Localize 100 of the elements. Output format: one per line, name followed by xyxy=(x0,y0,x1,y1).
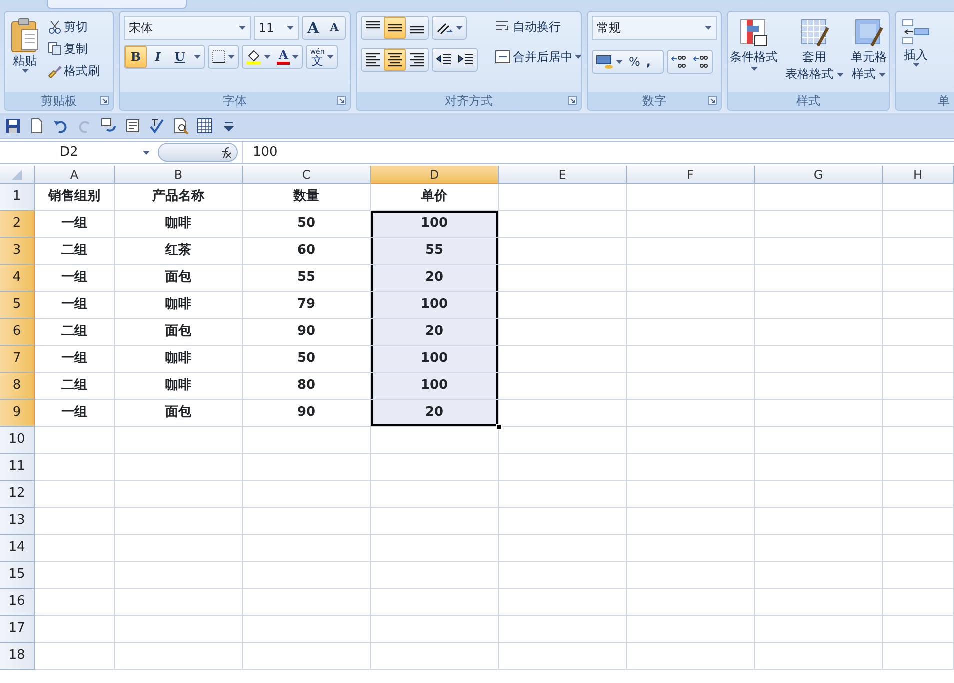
name-box[interactable]: D2 xyxy=(0,142,158,163)
row-header[interactable]: 10 xyxy=(0,427,35,454)
align-middle-icon xyxy=(387,24,403,32)
ribbon-button[interactable]: 套用 表格格式 xyxy=(784,16,844,92)
table-cell xyxy=(883,643,954,670)
table-cell xyxy=(883,292,954,319)
table-cell: 一组 xyxy=(35,211,115,238)
insert-function-button[interactable] xyxy=(158,143,238,162)
font-color-button[interactable]: A xyxy=(274,46,302,68)
table-cell: 咖啡 xyxy=(115,292,243,319)
table-cell: 55 xyxy=(371,238,499,265)
group-label: 字体 xyxy=(223,93,247,110)
font-size-field[interactable]: 11 xyxy=(254,16,299,40)
percent-button[interactable]: % xyxy=(626,51,644,73)
table-cell xyxy=(883,481,954,508)
row-header[interactable]: 9 xyxy=(0,400,35,427)
font-name-field[interactable]: 宋体 xyxy=(124,16,251,40)
column-header[interactable]: C xyxy=(243,166,371,184)
paste-button[interactable]: 粘贴 xyxy=(9,16,41,92)
table-cell xyxy=(883,427,954,454)
column-header[interactable]: A xyxy=(35,166,115,184)
number-format-field[interactable]: 常规 xyxy=(592,16,717,40)
bold-button[interactable]: B xyxy=(125,46,147,68)
column-header[interactable]: H xyxy=(883,166,954,184)
row-header[interactable]: 1 xyxy=(0,184,35,211)
caret-icon xyxy=(879,72,886,76)
column-header[interactable]: F xyxy=(627,166,755,184)
column-header[interactable]: E xyxy=(499,166,627,184)
table-cell: 100 xyxy=(371,373,499,400)
table-cell xyxy=(883,508,954,535)
caret-icon xyxy=(228,55,235,59)
row-header[interactable]: 6 xyxy=(0,319,35,346)
row-header[interactable]: 3 xyxy=(0,238,35,265)
table-cell xyxy=(883,616,954,643)
comma-button[interactable]: , xyxy=(643,51,664,73)
dialog-launcher-icon[interactable] xyxy=(100,96,109,105)
dialog-launcher-icon[interactable] xyxy=(708,96,717,105)
ribbon-button[interactable]: 格式刷 xyxy=(45,60,103,82)
save-icon xyxy=(5,118,21,134)
align-middle-button[interactable] xyxy=(384,17,406,39)
formula-field[interactable]: 100 xyxy=(242,142,954,163)
row-header[interactable]: 15 xyxy=(0,562,35,589)
caret-icon xyxy=(326,55,334,59)
money-icon xyxy=(596,54,614,70)
grid-brush-icon xyxy=(800,18,830,48)
ribbon-button[interactable]: 单元格 样式 xyxy=(850,16,888,92)
column-header[interactable]: D xyxy=(371,166,499,184)
brush-icon xyxy=(48,64,62,78)
table-cell: 20 xyxy=(371,265,499,292)
ribbon-button[interactable]: 复制 xyxy=(45,38,103,60)
wrap-text-button[interactable]: 自动换行 xyxy=(492,16,581,38)
caret-icon xyxy=(705,26,712,30)
ribbon-button[interactable]: 条件格式 xyxy=(729,16,779,92)
table-cell: 一组 xyxy=(35,346,115,373)
print-preview-icon xyxy=(173,118,189,134)
row-header[interactable]: 16 xyxy=(0,589,35,616)
table-cell: 面包 xyxy=(115,400,243,427)
table-cell: 20 xyxy=(371,400,499,427)
paint-bucket-icon xyxy=(246,49,262,65)
spell-check-icon xyxy=(149,118,165,134)
italic-button[interactable]: I xyxy=(147,46,169,68)
row-header[interactable]: 13 xyxy=(0,508,35,535)
row-header[interactable]: 2 xyxy=(0,211,35,238)
row-header[interactable]: 8 xyxy=(0,373,35,400)
borders-icon xyxy=(212,50,226,64)
row-header[interactable]: 14 xyxy=(0,535,35,562)
merge-center-button[interactable]: 合并后居中 xyxy=(492,46,581,68)
column-header[interactable]: G xyxy=(755,166,883,184)
caret-icon xyxy=(287,26,294,30)
caret-icon xyxy=(22,69,28,73)
fill-handle[interactable] xyxy=(496,424,502,430)
table-cell xyxy=(883,319,954,346)
speech-arrow-icon xyxy=(101,118,117,134)
table-cell: 产品名称 xyxy=(115,184,243,211)
ribbon-button[interactable]: 剪切 xyxy=(45,16,103,38)
row-header[interactable]: 18 xyxy=(0,643,35,670)
row-header[interactable]: 12 xyxy=(0,481,35,508)
copy-icon xyxy=(48,42,62,56)
row-header[interactable]: 4 xyxy=(0,265,35,292)
form-icon xyxy=(125,118,141,134)
row-header[interactable]: 7 xyxy=(0,346,35,373)
dialog-launcher-icon[interactable] xyxy=(568,96,577,105)
row-header[interactable]: 5 xyxy=(0,292,35,319)
table-cell: 红茶 xyxy=(115,238,243,265)
increase-decimal-icon xyxy=(671,54,688,70)
row-header[interactable]: 17 xyxy=(0,616,35,643)
grow-font-button[interactable]: A xyxy=(303,17,324,39)
align-top-icon xyxy=(365,21,381,30)
shrink-font-button[interactable]: A xyxy=(324,17,345,39)
table-cell: 咖啡 xyxy=(115,211,243,238)
dialog-launcher-icon[interactable] xyxy=(337,96,346,105)
caret-icon xyxy=(238,26,246,30)
row-header[interactable]: 11 xyxy=(0,454,35,481)
underline-button[interactable]: U xyxy=(169,46,191,68)
insert-button[interactable]: 插入 xyxy=(900,16,932,92)
table-cell xyxy=(883,535,954,562)
align-bottom-icon xyxy=(409,26,425,35)
column-header[interactable]: B xyxy=(115,166,243,184)
table-cell: 咖啡 xyxy=(115,346,243,373)
align-center-button[interactable] xyxy=(384,49,406,71)
